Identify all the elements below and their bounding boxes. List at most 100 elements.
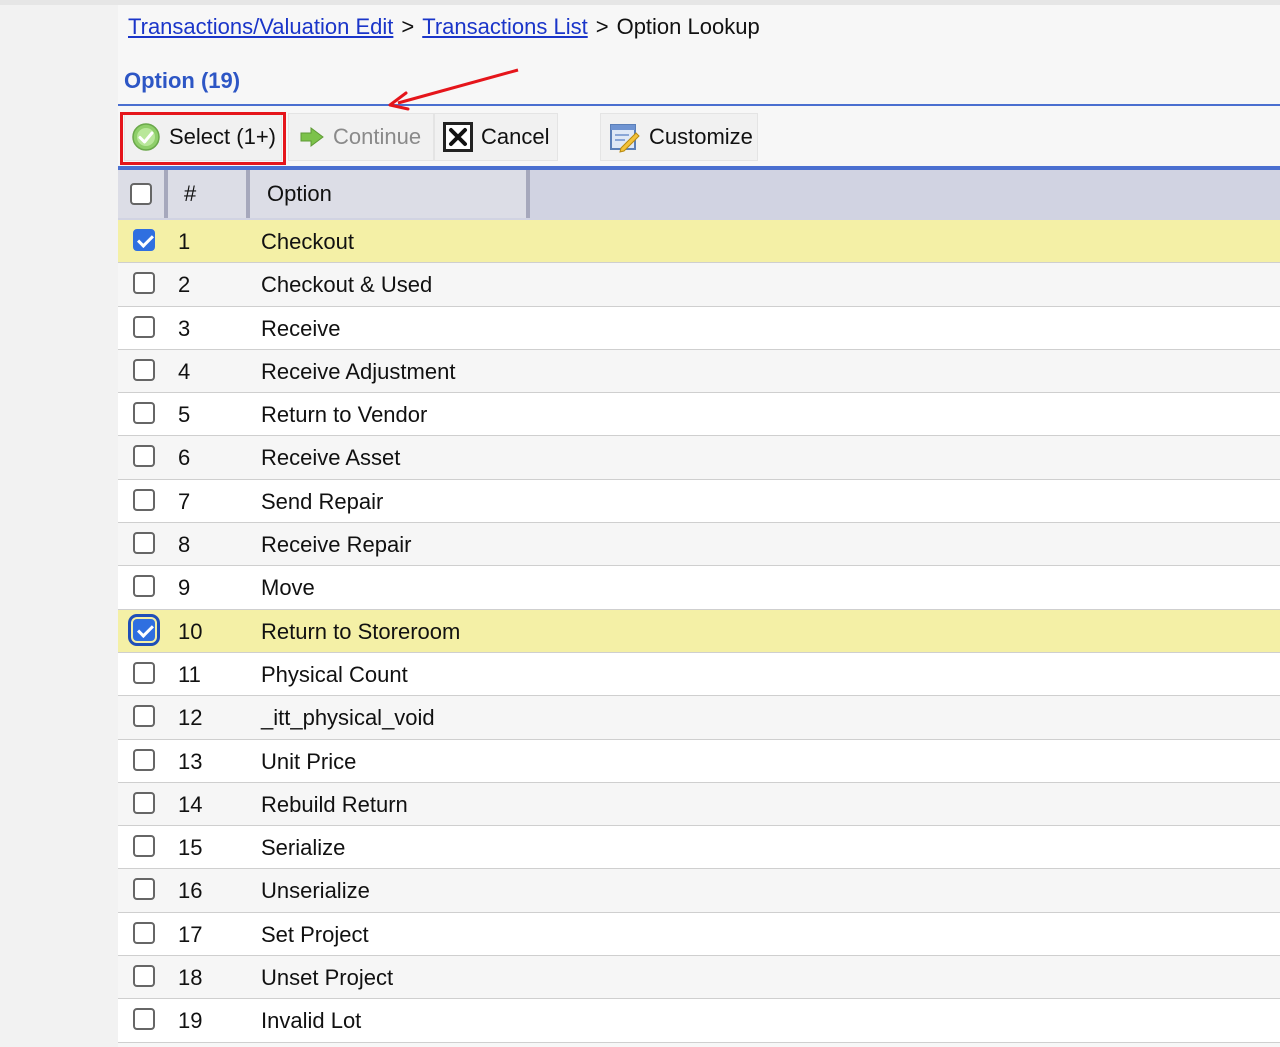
table-row[interactable]: 19 Invalid Lot <box>118 999 1280 1043</box>
row-number: 1 <box>178 229 191 254</box>
row-option-name: Physical Count <box>261 661 408 687</box>
select-button[interactable]: Select (1+) <box>124 113 282 161</box>
row-checkbox[interactable] <box>133 575 155 598</box>
table-row[interactable]: 1 Checkout <box>118 220 1280 264</box>
row-number: 7 <box>178 488 191 514</box>
row-option-name: Send Repair <box>261 488 384 514</box>
row-number: 9 <box>178 575 191 601</box>
row-number: 12 <box>178 705 203 731</box>
row-option-name: Receive <box>261 315 341 341</box>
table-row[interactable]: 12 _itt_physical_void <box>118 696 1280 740</box>
continue-button-label: Continue <box>333 124 422 149</box>
header-option[interactable]: Option <box>250 170 530 218</box>
row-number: 18 <box>178 965 203 991</box>
row-checkbox[interactable] <box>133 965 155 988</box>
cancel-button-label: Cancel <box>481 124 550 149</box>
row-option-name: Checkout & Used <box>261 272 433 298</box>
option-table: # Option 1 Checkout 2 Checkout & Used 3 Recei… <box>118 170 1280 1043</box>
arrow-right-icon <box>299 126 325 148</box>
table-row[interactable]: 17 Set Project <box>118 912 1280 957</box>
header-number[interactable]: # <box>168 170 250 218</box>
row-number: 17 <box>178 921 203 947</box>
table-row[interactable]: 11 Physical Count <box>118 652 1280 697</box>
row-option-name: _itt_physical_void <box>261 705 435 731</box>
table-row[interactable]: 14 Rebuild Return <box>118 782 1280 827</box>
continue-button[interactable]: Continue <box>288 113 434 161</box>
left-gutter <box>0 5 118 1047</box>
row-option-name: Return to Storeroom <box>261 618 461 644</box>
row-number: 10 <box>178 618 203 644</box>
select-button-label: Select (1+) <box>169 124 276 149</box>
row-option-name: Checkout <box>261 229 354 254</box>
row-number: 4 <box>178 358 191 384</box>
table-body: 1 Checkout 2 Checkout & Used 3 Receive 4 Receiv… <box>118 220 1280 1043</box>
row-checkbox[interactable] <box>133 878 155 901</box>
table-header: # Option <box>118 170 1280 220</box>
row-checkbox[interactable] <box>133 488 155 511</box>
toolbar: Select (1+) Continue Cancel Customize <box>118 109 1280 167</box>
row-option-name: Return to Vendor <box>261 402 428 428</box>
table-row[interactable]: 4 Receive Adjustment <box>118 349 1280 394</box>
row-checkbox[interactable] <box>133 402 155 425</box>
row-checkbox[interactable] <box>133 358 155 381</box>
row-number: 11 <box>178 661 201 687</box>
row-number: 13 <box>178 748 203 774</box>
table-row[interactable]: 9 Move <box>118 566 1280 610</box>
breadcrumb-separator: > <box>401 14 415 39</box>
row-number: 6 <box>178 445 191 471</box>
customize-button-label: Customize <box>649 124 753 149</box>
row-checkbox[interactable] <box>133 445 155 468</box>
row-checkbox[interactable] <box>133 791 155 814</box>
breadcrumb-link-transactions-list[interactable]: Transactions List <box>422 14 587 39</box>
table-row[interactable]: 15 Serialize <box>118 826 1280 870</box>
row-checkbox[interactable] <box>133 705 155 728</box>
row-option-name: Unset Project <box>261 965 394 991</box>
row-option-name: Invalid Lot <box>261 1008 362 1034</box>
title-divider <box>118 104 1280 106</box>
row-option-name: Receive Repair <box>261 532 412 558</box>
close-box-icon <box>443 122 473 152</box>
row-checkbox[interactable] <box>133 272 155 295</box>
row-checkbox[interactable] <box>133 315 155 338</box>
row-option-name: Move <box>261 575 315 601</box>
breadcrumb-link-transactions-valuation-edit[interactable]: Transactions/Valuation Edit <box>128 14 393 39</box>
table-row[interactable]: 16 Unserialize <box>118 869 1280 913</box>
table-row[interactable]: 7 Send Repair <box>118 479 1280 524</box>
row-option-name: Receive Adjustment <box>261 358 456 384</box>
table-row[interactable]: 18 Unset Project <box>118 956 1280 1000</box>
row-checkbox[interactable] <box>133 835 155 858</box>
header-filler <box>530 170 1280 220</box>
breadcrumb: Transactions/Valuation Edit > Transactions… <box>128 14 760 40</box>
page-title: Option (19) <box>124 68 241 93</box>
row-checkbox[interactable] <box>133 1008 155 1031</box>
row-number: 19 <box>178 1008 203 1034</box>
row-checkbox[interactable] <box>133 921 155 944</box>
header-select-all-cell <box>118 170 168 218</box>
row-checkbox[interactable] <box>128 613 160 646</box>
row-checkbox[interactable] <box>133 532 155 555</box>
table-row[interactable]: 10 Return to Storeroom <box>118 609 1280 653</box>
row-number: 5 <box>178 402 191 428</box>
row-checkbox[interactable] <box>133 661 155 684</box>
row-option-name: Unserialize <box>261 878 370 904</box>
customize-button[interactable]: Customize <box>600 113 758 161</box>
table-row[interactable]: 5 Return to Vendor <box>118 393 1280 437</box>
table-row[interactable]: 6 Receive Asset <box>118 436 1280 480</box>
breadcrumb-separator: > <box>595 14 609 39</box>
row-option-name: Unit Price <box>261 748 357 774</box>
row-option-name: Serialize <box>261 835 346 861</box>
row-option-name: Receive Asset <box>261 445 401 471</box>
row-number: 15 <box>178 835 203 861</box>
table-row[interactable]: 2 Checkout & Used <box>118 263 1280 307</box>
annotation-arrow <box>388 68 519 111</box>
select-all-checkbox[interactable] <box>130 183 152 205</box>
table-row[interactable]: 3 Receive <box>118 306 1280 350</box>
table-row[interactable]: 13 Unit Price <box>118 739 1280 783</box>
table-row[interactable]: 8 Receive Repair <box>118 523 1280 567</box>
cancel-button[interactable]: Cancel <box>434 113 558 161</box>
row-checkbox[interactable] <box>133 229 155 251</box>
row-number: 16 <box>178 878 203 904</box>
row-option-name: Rebuild Return <box>261 791 408 817</box>
row-checkbox[interactable] <box>133 748 155 771</box>
check-circle-icon <box>131 122 161 152</box>
